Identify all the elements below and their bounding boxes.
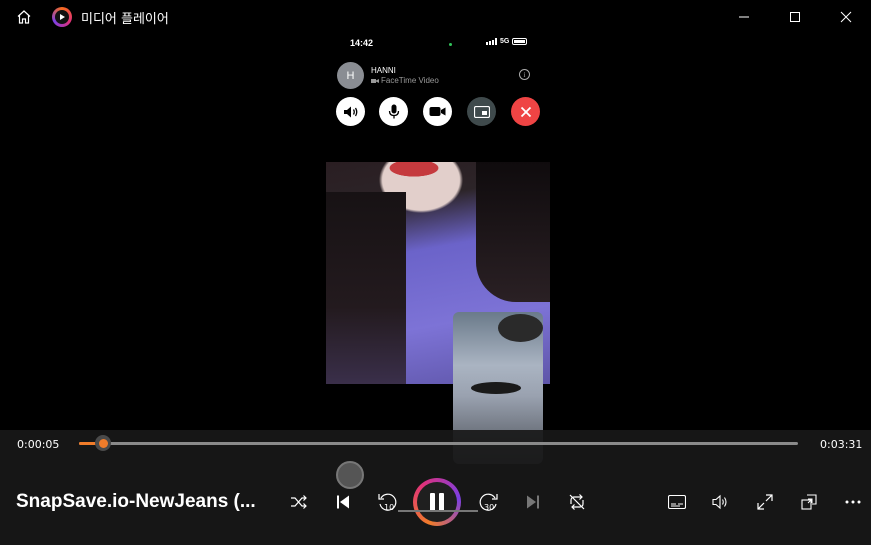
more-icon <box>845 500 861 504</box>
seek-bar[interactable] <box>79 442 798 445</box>
video-frame-detail <box>476 162 550 302</box>
seek-thumb[interactable] <box>95 435 112 451</box>
video-frame-detail <box>326 192 406 384</box>
network-label: 5G <box>500 38 510 45</box>
skip-back-icon: 10 <box>378 493 397 512</box>
volume-button[interactable] <box>706 490 736 514</box>
volume-icon <box>712 494 727 510</box>
call-type-label: FaceTime Video <box>381 76 439 85</box>
mute-call-button <box>379 97 408 126</box>
minimize-button[interactable] <box>718 0 769 34</box>
next-icon <box>527 495 539 509</box>
svg-text:30: 30 <box>484 503 494 512</box>
playback-controls: 0:00:05 0:03:31 SnapSave.io-NewJeans (..… <box>0 430 871 545</box>
subtitles-button[interactable] <box>662 490 692 514</box>
share-call-button <box>467 97 496 126</box>
speaker-call-button <box>336 97 365 126</box>
media-title: SnapSave.io-NewJeans (... <box>16 491 256 512</box>
shuffle-icon <box>291 495 307 509</box>
shuffle-button[interactable] <box>284 490 314 514</box>
skip-forward-icon: 30 <box>479 493 498 512</box>
app-title: 미디어 플레이어 <box>81 11 169 27</box>
close-button[interactable] <box>820 0 871 34</box>
next-button[interactable] <box>518 490 548 514</box>
maximize-icon <box>789 12 800 22</box>
caller-avatar: H <box>337 62 364 89</box>
share-screen-icon <box>473 105 490 118</box>
camera-indicator <box>449 43 452 46</box>
pause-button[interactable] <box>413 478 461 526</box>
pip-shutter-overlay <box>336 461 364 489</box>
repeat-button[interactable] <box>562 490 592 514</box>
elapsed-time: 0:00:05 <box>17 438 60 451</box>
more-options-button[interactable] <box>838 490 868 514</box>
signal-icon <box>486 38 497 45</box>
mini-player-button[interactable] <box>794 490 824 514</box>
repeat-off-icon <box>569 494 585 510</box>
mini-player-icon <box>801 494 817 510</box>
title-bar: 미디어 플레이어 <box>0 0 871 34</box>
minimize-icon <box>738 16 749 18</box>
fullscreen-button[interactable] <box>750 490 780 514</box>
microphone-icon <box>388 104 399 119</box>
call-type: FaceTime Video <box>371 76 439 85</box>
subtitles-icon <box>668 495 686 509</box>
close-icon <box>840 11 851 23</box>
speaker-icon <box>343 106 357 117</box>
phone-status-icons: 5G <box>486 38 528 45</box>
focus-underline <box>398 510 478 512</box>
video-surface[interactable]: 14:42 5G H HANNI FaceTime Video i <box>0 34 871 464</box>
app-logo-icon <box>52 7 72 27</box>
remaining-time: 0:03:31 <box>820 438 863 451</box>
caller-initial: H <box>346 69 355 82</box>
video-camera-icon <box>429 107 446 116</box>
phone-status-time: 14:42 <box>350 38 374 48</box>
pause-icon <box>430 493 444 511</box>
home-button[interactable] <box>0 0 48 34</box>
skip-forward-button[interactable]: 30 <box>474 490 504 514</box>
info-icon: i <box>519 69 530 80</box>
close-icon <box>520 106 531 117</box>
svg-text:10: 10 <box>384 503 394 512</box>
battery-icon <box>512 38 528 45</box>
video-camera-icon <box>371 78 379 83</box>
home-icon <box>17 10 31 24</box>
previous-button[interactable] <box>328 490 358 514</box>
maximize-button[interactable] <box>769 0 820 34</box>
previous-icon <box>337 495 349 509</box>
caller-name: HANNI <box>371 66 396 75</box>
end-call-button <box>511 97 540 126</box>
fullscreen-icon <box>757 494 773 510</box>
camera-call-button <box>423 97 452 126</box>
